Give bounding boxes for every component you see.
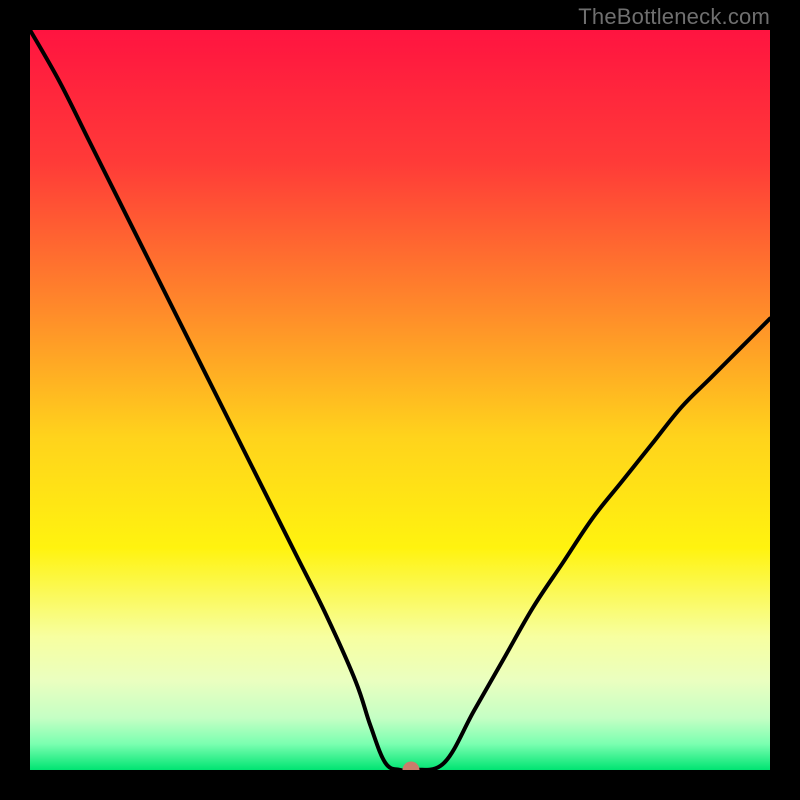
bottleneck-curve [30,30,770,770]
watermark-text: TheBottleneck.com [578,4,770,30]
curve-layer [30,30,770,770]
chart-frame: TheBottleneck.com [0,0,800,800]
plot-area [30,30,770,770]
